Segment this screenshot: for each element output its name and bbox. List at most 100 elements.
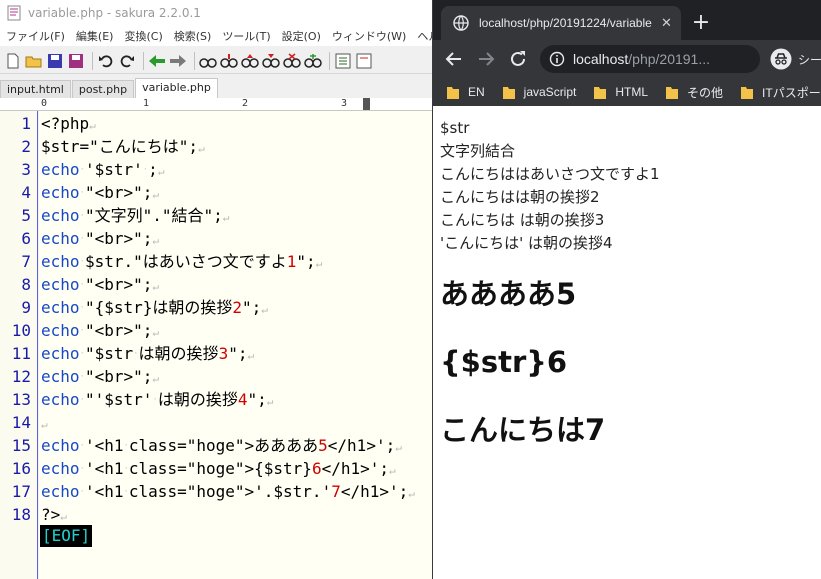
- find-up-icon[interactable]: [241, 52, 259, 70]
- menu-window[interactable]: ウィンドウ(W): [332, 28, 406, 44]
- folder-icon: [502, 86, 515, 99]
- ruler-label: 1: [143, 98, 150, 109]
- line-number: 5: [21, 206, 31, 225]
- newline-marker: ↵: [222, 211, 230, 224]
- code-line[interactable]: echo·'<h1·class="hoge">ああああ5</h1>';↵: [41, 434, 402, 457]
- reload-icon[interactable]: [506, 47, 530, 71]
- code-line[interactable]: echo·"<br>";↵: [41, 319, 159, 342]
- tab-input-html[interactable]: input.html: [0, 80, 71, 98]
- info-icon[interactable]: [549, 51, 565, 67]
- code-line[interactable]: ↵: [41, 411, 48, 434]
- menu-edit[interactable]: 編集(E): [76, 28, 114, 44]
- code-text: ";: [242, 298, 262, 317]
- editor-title-bar: variable.php - sakura 2.2.0.1: [0, 0, 432, 26]
- code-number: 5: [318, 436, 328, 455]
- newline-marker: ↵: [408, 487, 415, 500]
- browser-tab[interactable]: localhost/php/20191224/variable ✕: [441, 6, 681, 40]
- bookmark-en[interactable]: EN: [447, 85, 485, 99]
- find-next-icon[interactable]: [169, 52, 187, 70]
- open-folder-icon[interactable]: [25, 52, 43, 70]
- toolbar-separator: [92, 51, 93, 70]
- bookmark-html[interactable]: HTML: [594, 85, 648, 99]
- code-line[interactable]: echo·"<br>";↵: [41, 273, 159, 296]
- code-line[interactable]: echo·"$str·は朝の挨拶3";↵: [41, 342, 254, 365]
- newline-marker: ↵: [152, 234, 160, 247]
- menu-search[interactable]: 検索(S): [174, 28, 212, 44]
- save-icon[interactable]: [46, 52, 64, 70]
- code-area[interactable]: <?php↵ $str="こんにちは";↵ echo·'$str'·;↵ echo·"…: [39, 111, 432, 579]
- newline-marker: ↵: [152, 188, 160, 201]
- code-line[interactable]: echo·$str."はあいさつ文ですよ1";↵: [41, 250, 322, 273]
- code-line[interactable]: echo·"'$str'·は朝の挨拶4";↵: [41, 388, 273, 411]
- editor-toolbar: [0, 48, 432, 74]
- code-line[interactable]: echo·"文字列"."結合";↵: [41, 204, 229, 227]
- code-number: 3: [218, 344, 229, 363]
- new-file-icon[interactable]: [4, 52, 22, 70]
- sakura-app-icon: [7, 5, 21, 21]
- forward-icon[interactable]: [474, 47, 498, 71]
- find-icon[interactable]: [199, 52, 217, 70]
- code-text: ";: [228, 344, 248, 363]
- back-icon[interactable]: [442, 47, 466, 71]
- new-tab-button[interactable]: +: [689, 10, 713, 35]
- code-line[interactable]: echo·"<br>";↵: [41, 181, 159, 204]
- clear-search-icon[interactable]: [283, 52, 301, 70]
- code-line[interactable]: $str="こんにちは";↵: [41, 135, 205, 158]
- line-number: 18: [11, 505, 31, 524]
- code-text: <?php: [41, 114, 90, 133]
- code-number: 7: [331, 482, 341, 501]
- output-heading: こんにちは7: [440, 413, 606, 447]
- bookmarks-bar: EN javaScript HTML その他 ITパスポート: [433, 78, 821, 106]
- code-line[interactable]: echo·'<h1·class="hoge">'.$str.'7</h1>';↵: [41, 480, 415, 503]
- compare-icon[interactable]: [355, 52, 373, 70]
- code-text: "{$str}は朝の挨拶: [84, 298, 233, 317]
- code-line[interactable]: echo·'<h1·class="hoge">{$str}6</h1>';↵: [41, 457, 396, 480]
- browser-tab-strip: localhost/php/20191224/variable ✕ +: [433, 0, 821, 40]
- code-number: 2: [232, 298, 243, 317]
- heading-spacer: [440, 255, 821, 266]
- editor-menu-bar: ファイル(F) 編集(E) 変換(C) 検索(S) ツール(T) 設定(O) ウ…: [0, 26, 432, 46]
- profile-button[interactable]: シーク: [770, 48, 821, 70]
- newline-marker: ↵: [152, 372, 160, 385]
- menu-help[interactable]: ヘル: [417, 28, 432, 44]
- find-prev-icon[interactable]: [148, 52, 166, 70]
- menu-tools[interactable]: ツール(T): [222, 28, 270, 44]
- code-line[interactable]: echo·"<br>";↵: [41, 365, 159, 388]
- save-all-icon[interactable]: [67, 52, 85, 70]
- code-line[interactable]: echo·"{$str}は朝の挨拶2";↵: [41, 296, 268, 319]
- bookmark-label: HTML: [615, 85, 649, 99]
- line-number: 2: [21, 137, 31, 156]
- line-number: 13: [11, 390, 31, 409]
- line-number: 15: [11, 436, 31, 455]
- find-down-icon[interactable]: [262, 52, 280, 70]
- code-text: '<h1: [84, 482, 124, 501]
- code-line[interactable]: echo·"<br>";↵: [41, 227, 159, 250]
- code-keyword: echo: [41, 344, 80, 363]
- line-number: 1: [21, 114, 31, 133]
- code-line[interactable]: <?php↵: [41, 112, 96, 135]
- menu-file[interactable]: ファイル(F): [6, 28, 65, 44]
- tab-variable-php[interactable]: variable.php: [135, 78, 218, 98]
- outline-icon[interactable]: [334, 52, 352, 70]
- menu-convert[interactable]: 変換(C): [124, 28, 162, 44]
- ruler-caret-marker: [363, 98, 370, 110]
- menu-settings[interactable]: 設定(O): [282, 28, 321, 44]
- heading-spacer: [440, 391, 821, 402]
- code-text: "<br>";: [84, 229, 153, 248]
- bookmark-other[interactable]: その他: [666, 84, 723, 101]
- grep-icon[interactable]: [304, 52, 322, 70]
- output-line: $str: [440, 119, 470, 137]
- code-keyword: echo: [41, 206, 80, 225]
- address-bar[interactable]: localhost/php/20191...: [540, 45, 760, 73]
- bookmark-javascript[interactable]: javaScript: [502, 85, 576, 99]
- undo-icon[interactable]: [97, 52, 115, 70]
- code-line[interactable]: ?>↵: [41, 503, 67, 526]
- tab-post-php[interactable]: post.php: [71, 80, 135, 98]
- code-text: class="hoge">ああああ: [128, 436, 319, 455]
- find-mark-icon[interactable]: [220, 52, 238, 70]
- close-icon[interactable]: ✕: [661, 16, 672, 31]
- code-text: "<br>";: [84, 275, 153, 294]
- redo-icon[interactable]: [118, 52, 136, 70]
- bookmark-it-passport[interactable]: ITパスポート: [741, 84, 821, 101]
- code-line[interactable]: echo·'$str'·;↵: [41, 158, 164, 181]
